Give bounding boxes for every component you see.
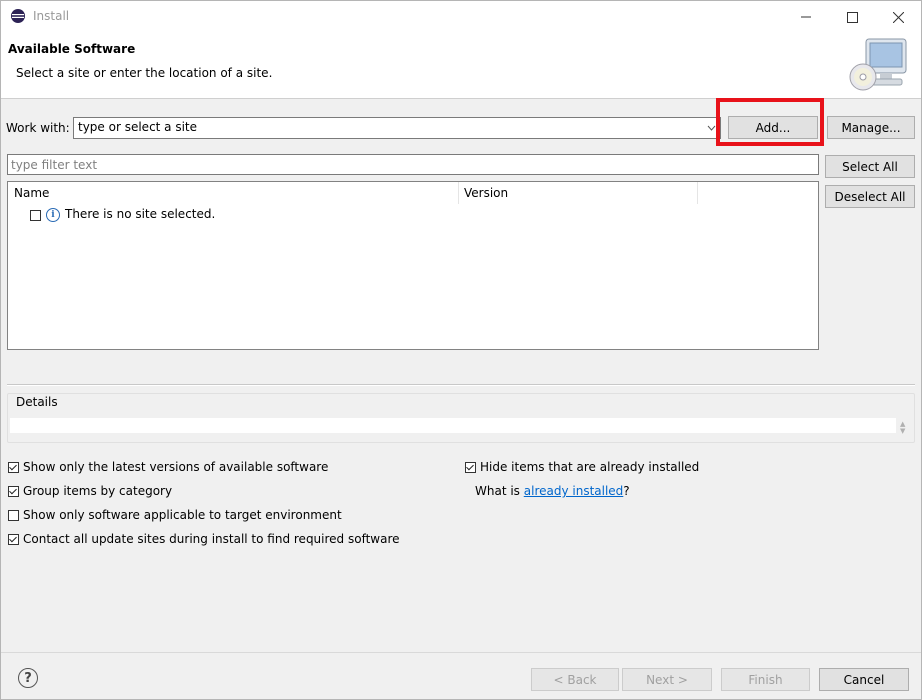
tree-item-checkbox[interactable] xyxy=(30,210,41,221)
latest-versions-label: Show only the latest versions of availab… xyxy=(23,460,329,474)
maximize-icon xyxy=(846,11,858,23)
footer-divider xyxy=(1,652,921,653)
help-icon[interactable]: ? xyxy=(18,668,38,688)
already-installed-link[interactable]: already installed xyxy=(524,484,624,498)
page-title: Available Software xyxy=(8,42,136,56)
contact-all-sites-checkbox[interactable] xyxy=(8,534,19,545)
window-title: Install xyxy=(33,9,70,23)
section-divider xyxy=(7,384,915,386)
site-combo[interactable]: type or select a site xyxy=(73,117,721,139)
details-text-area[interactable] xyxy=(10,418,896,433)
close-icon xyxy=(892,11,904,23)
group-by-category-label: Group items by category xyxy=(23,484,173,498)
eclipse-icon xyxy=(11,9,25,23)
scroll-down-icon[interactable]: ▼ xyxy=(900,427,905,435)
title-bar: Install xyxy=(1,1,921,33)
column-header-version[interactable]: Version xyxy=(464,182,508,204)
column-header-name[interactable]: Name xyxy=(14,182,49,204)
column-divider[interactable] xyxy=(697,182,698,204)
hide-installed-checkbox[interactable] xyxy=(465,462,476,473)
what-is-suffix: ? xyxy=(623,484,630,498)
deselect-all-button[interactable]: Deselect All xyxy=(825,185,915,208)
what-is-prefix: What is xyxy=(475,484,524,498)
install-window: Install Available Software Select a site… xyxy=(0,0,922,700)
finish-button[interactable]: Finish xyxy=(721,668,810,691)
column-divider[interactable] xyxy=(458,182,459,204)
applicable-target-label: Show only software applicable to target … xyxy=(23,508,342,522)
what-is-installed-text: What is already installed? xyxy=(475,484,630,498)
close-button[interactable] xyxy=(875,1,921,33)
add-button-highlight xyxy=(716,98,824,146)
minimize-button[interactable] xyxy=(783,1,829,33)
software-tree[interactable]: Name Version i There is no site selected… xyxy=(7,181,819,350)
latest-versions-checkbox[interactable] xyxy=(8,462,19,473)
select-all-button[interactable]: Select All xyxy=(825,155,915,178)
maximize-button[interactable] xyxy=(829,1,875,33)
info-icon: i xyxy=(46,208,60,222)
contact-all-sites-label: Contact all update sites during install … xyxy=(23,532,400,546)
wizard-header: Available Software Select a site or ente… xyxy=(1,33,921,99)
install-wizard-icon xyxy=(849,38,907,91)
page-subtitle: Select a site or enter the location of a… xyxy=(16,66,273,80)
minimize-icon xyxy=(801,16,811,18)
cancel-button[interactable]: Cancel xyxy=(819,668,909,691)
applicable-target-checkbox[interactable] xyxy=(8,510,19,521)
filter-input[interactable] xyxy=(8,156,811,173)
details-label: Details xyxy=(16,395,58,409)
group-by-category-checkbox[interactable] xyxy=(8,486,19,497)
site-combo-value: type or select a site xyxy=(78,120,198,134)
tree-item-label: There is no site selected. xyxy=(65,207,216,221)
manage-button[interactable]: Manage... xyxy=(827,116,915,139)
hide-installed-label: Hide items that are already installed xyxy=(480,460,700,474)
work-with-label: Work with: xyxy=(6,121,70,135)
back-button[interactable]: < Back xyxy=(531,668,619,691)
filter-field[interactable] xyxy=(7,154,819,175)
next-button[interactable]: Next > xyxy=(622,668,712,691)
